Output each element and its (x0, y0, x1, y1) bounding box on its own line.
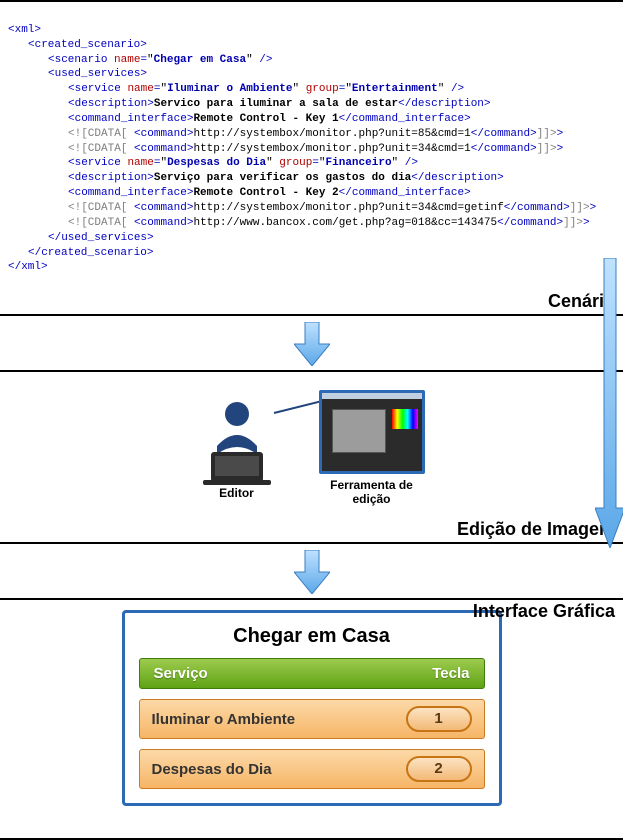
editing-tool-icon (319, 390, 425, 474)
gui-row-key[interactable]: 2 (406, 756, 472, 782)
label-edicao: Edição de Imagem (457, 520, 615, 540)
section-edicao: Editor Ferramenta de edição Edição de Im… (0, 370, 623, 544)
flow-arrow-to-interface (294, 550, 330, 594)
section-cenario: <xml> <created_scenario> <scenario name=… (0, 0, 623, 316)
gui-row[interactable]: Iluminar o Ambiente 1 (139, 699, 485, 739)
gui-row-service: Despesas do Dia (152, 761, 272, 778)
tool-label: Ferramenta de edição (317, 478, 427, 506)
xml-root-close: </xml> (8, 261, 48, 273)
editor-figure: Editor (197, 396, 277, 500)
flow-arrow-to-edicao (294, 322, 330, 366)
xml-created-open: <created_scenario> (28, 39, 147, 51)
gui-row[interactable]: Despesas do Dia 2 (139, 749, 485, 789)
gui-col-key: Tecla (432, 665, 469, 682)
xml-code-block: <xml> <created_scenario> <scenario name=… (8, 8, 615, 290)
gui-title: Chegar em Casa (139, 625, 485, 648)
xml-created-close: </created_scenario> (28, 247, 153, 259)
section-interface: Interface Gráfica Chegar em Casa Serviço… (0, 598, 623, 840)
gui-col-service: Serviço (154, 665, 208, 682)
gui-header: Serviço Tecla (139, 658, 485, 689)
label-interface: Interface Gráfica (473, 602, 615, 622)
gui-row-key[interactable]: 1 (406, 706, 472, 732)
gui-panel: Chegar em Casa Serviço Tecla Iluminar o … (122, 610, 502, 806)
diagram-wrapper: <xml> <created_scenario> <scenario name=… (0, 0, 623, 840)
gui-row-service: Iluminar o Ambiente (152, 711, 296, 728)
tool-figure: Ferramenta de edição (317, 390, 427, 506)
flow-arrow-cenario-to-interface (595, 258, 623, 548)
xml-root-open: <xml> (8, 24, 41, 36)
editor-label: Editor (219, 486, 254, 500)
editor-icon (197, 396, 277, 486)
